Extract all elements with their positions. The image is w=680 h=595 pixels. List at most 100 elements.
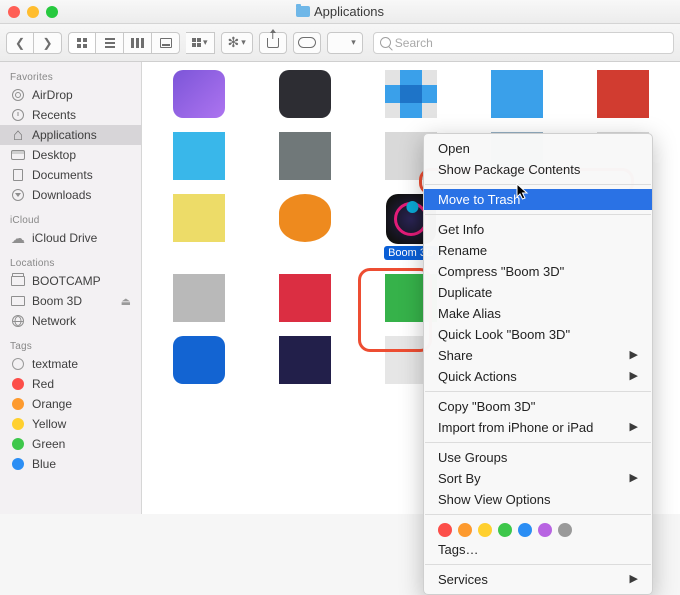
app-item[interactable] bbox=[466, 70, 568, 118]
search-placeholder: Search bbox=[395, 36, 433, 50]
gear-icon: ✻ bbox=[228, 34, 240, 51]
ctx-tag-colors bbox=[424, 519, 652, 539]
submenu-arrow-icon: ▶ bbox=[630, 470, 638, 487]
search-field[interactable]: Search bbox=[373, 32, 674, 54]
sidebar-item-label: Applications bbox=[32, 128, 97, 142]
ctx-share[interactable]: Share▶ bbox=[424, 345, 652, 366]
ctx-compress[interactable]: Compress "Boom 3D" bbox=[424, 261, 652, 282]
ctx-use-groups[interactable]: Use Groups bbox=[424, 447, 652, 468]
tag-color-green[interactable] bbox=[498, 523, 512, 537]
app-item[interactable] bbox=[148, 132, 250, 180]
gallery-view-button[interactable] bbox=[152, 32, 180, 54]
sidebar-item-label: Documents bbox=[32, 168, 93, 182]
ctx-quick-look[interactable]: Quick Look "Boom 3D" bbox=[424, 324, 652, 345]
downloads-icon bbox=[12, 189, 24, 201]
app-item[interactable] bbox=[148, 194, 250, 260]
app-item[interactable] bbox=[148, 274, 250, 322]
fullscreen-window-icon[interactable] bbox=[46, 6, 58, 18]
sidebar: Favorites AirDrop Recents ⌂Applications … bbox=[0, 62, 142, 514]
ctx-duplicate[interactable]: Duplicate bbox=[424, 282, 652, 303]
column-view-button[interactable] bbox=[124, 32, 152, 54]
sidebar-tag-orange[interactable]: Orange bbox=[0, 394, 141, 414]
tag-color-blue[interactable] bbox=[518, 523, 532, 537]
sidebar-item-airdrop[interactable]: AirDrop bbox=[0, 85, 141, 105]
app-item[interactable] bbox=[254, 70, 356, 118]
tag-color-purple[interactable] bbox=[538, 523, 552, 537]
icon-view-button[interactable] bbox=[68, 32, 96, 54]
app-item[interactable] bbox=[254, 336, 356, 384]
sidebar-tag-red[interactable]: Red bbox=[0, 374, 141, 394]
app-item[interactable] bbox=[148, 336, 250, 384]
tag-color-orange[interactable] bbox=[458, 523, 472, 537]
ctx-tags[interactable]: Tags… bbox=[424, 539, 652, 560]
sidebar-tag-yellow[interactable]: Yellow bbox=[0, 414, 141, 434]
tag-color-yellow[interactable] bbox=[478, 523, 492, 537]
ctx-quick-actions[interactable]: Quick Actions▶ bbox=[424, 366, 652, 387]
network-icon bbox=[12, 315, 24, 327]
tags-button[interactable] bbox=[293, 32, 321, 54]
nav-group: ❮ ❯ bbox=[6, 32, 62, 54]
sidebar-header-icloud: iCloud bbox=[0, 211, 141, 228]
tag-color-gray[interactable] bbox=[558, 523, 572, 537]
ctx-show-package-contents[interactable]: Show Package Contents bbox=[424, 159, 652, 180]
tag-circle-icon bbox=[12, 358, 24, 370]
sidebar-item-documents[interactable]: Documents bbox=[0, 165, 141, 185]
sidebar-item-icloud-drive[interactable]: ☁ iCloud Drive bbox=[0, 228, 141, 248]
window-title-group: Applications bbox=[0, 4, 680, 19]
eject-icon[interactable]: ⏏ bbox=[121, 295, 131, 308]
ctx-open[interactable]: Open bbox=[424, 138, 652, 159]
cloud-icon: ☁ bbox=[10, 231, 26, 245]
sidebar-tag-green[interactable]: Green bbox=[0, 434, 141, 454]
tag-circle-icon bbox=[12, 398, 24, 410]
app-item[interactable] bbox=[148, 70, 250, 118]
back-button[interactable]: ❮ bbox=[6, 32, 34, 54]
ctx-copy[interactable]: Copy "Boom 3D" bbox=[424, 396, 652, 417]
ctx-show-view-options[interactable]: Show View Options bbox=[424, 489, 652, 510]
sidebar-item-applications[interactable]: ⌂Applications bbox=[0, 125, 141, 145]
tag-color-red[interactable] bbox=[438, 523, 452, 537]
forward-button[interactable]: ❯ bbox=[34, 32, 62, 54]
close-window-icon[interactable] bbox=[8, 6, 20, 18]
sidebar-item-label: Green bbox=[32, 437, 65, 451]
arrange-button[interactable]: ▾ bbox=[186, 32, 215, 54]
recents-icon bbox=[12, 109, 24, 121]
titlebar: Applications bbox=[0, 0, 680, 24]
share-button[interactable] bbox=[259, 32, 287, 54]
app-item[interactable] bbox=[254, 194, 356, 260]
window-title: Applications bbox=[314, 4, 384, 19]
sidebar-item-bootcamp[interactable]: BOOTCAMP bbox=[0, 271, 141, 291]
submenu-arrow-icon: ▶ bbox=[630, 571, 638, 588]
ctx-separator bbox=[425, 564, 651, 565]
view-switcher bbox=[68, 32, 180, 54]
app-item[interactable] bbox=[254, 132, 356, 180]
list-view-button[interactable] bbox=[96, 32, 124, 54]
sidebar-tag-blue[interactable]: Blue bbox=[0, 454, 141, 474]
tag-circle-icon bbox=[12, 438, 24, 450]
ctx-rename[interactable]: Rename bbox=[424, 240, 652, 261]
app-item[interactable] bbox=[572, 70, 674, 118]
sidebar-item-downloads[interactable]: Downloads bbox=[0, 185, 141, 205]
sidebar-tag-textmate[interactable]: textmate bbox=[0, 354, 141, 374]
ctx-services[interactable]: Services▶ bbox=[424, 569, 652, 590]
sidebar-item-label: Downloads bbox=[32, 188, 91, 202]
sidebar-item-boom3d-disk[interactable]: Boom 3D⏏ bbox=[0, 291, 141, 311]
action-gear-button[interactable]: ✻▾ bbox=[221, 32, 253, 54]
submenu-arrow-icon: ▶ bbox=[630, 347, 638, 364]
sidebar-item-recents[interactable]: Recents bbox=[0, 105, 141, 125]
path-dropdown-button[interactable]: ▾ bbox=[327, 32, 363, 54]
sidebar-item-network[interactable]: Network bbox=[0, 311, 141, 331]
ctx-make-alias[interactable]: Make Alias bbox=[424, 303, 652, 324]
ctx-sort-by[interactable]: Sort By▶ bbox=[424, 468, 652, 489]
sidebar-item-desktop[interactable]: Desktop bbox=[0, 145, 141, 165]
desktop-icon bbox=[11, 150, 25, 160]
app-item[interactable] bbox=[254, 274, 356, 322]
folder-icon bbox=[296, 6, 310, 17]
ctx-move-to-trash[interactable]: Move to Trash bbox=[424, 189, 652, 210]
sidebar-item-label: AirDrop bbox=[32, 88, 73, 102]
app-item[interactable] bbox=[360, 70, 462, 118]
sidebar-item-label: iCloud Drive bbox=[32, 231, 97, 245]
ctx-import[interactable]: Import from iPhone or iPad▶ bbox=[424, 417, 652, 438]
sidebar-header-locations: Locations bbox=[0, 254, 141, 271]
ctx-get-info[interactable]: Get Info bbox=[424, 219, 652, 240]
minimize-window-icon[interactable] bbox=[27, 6, 39, 18]
